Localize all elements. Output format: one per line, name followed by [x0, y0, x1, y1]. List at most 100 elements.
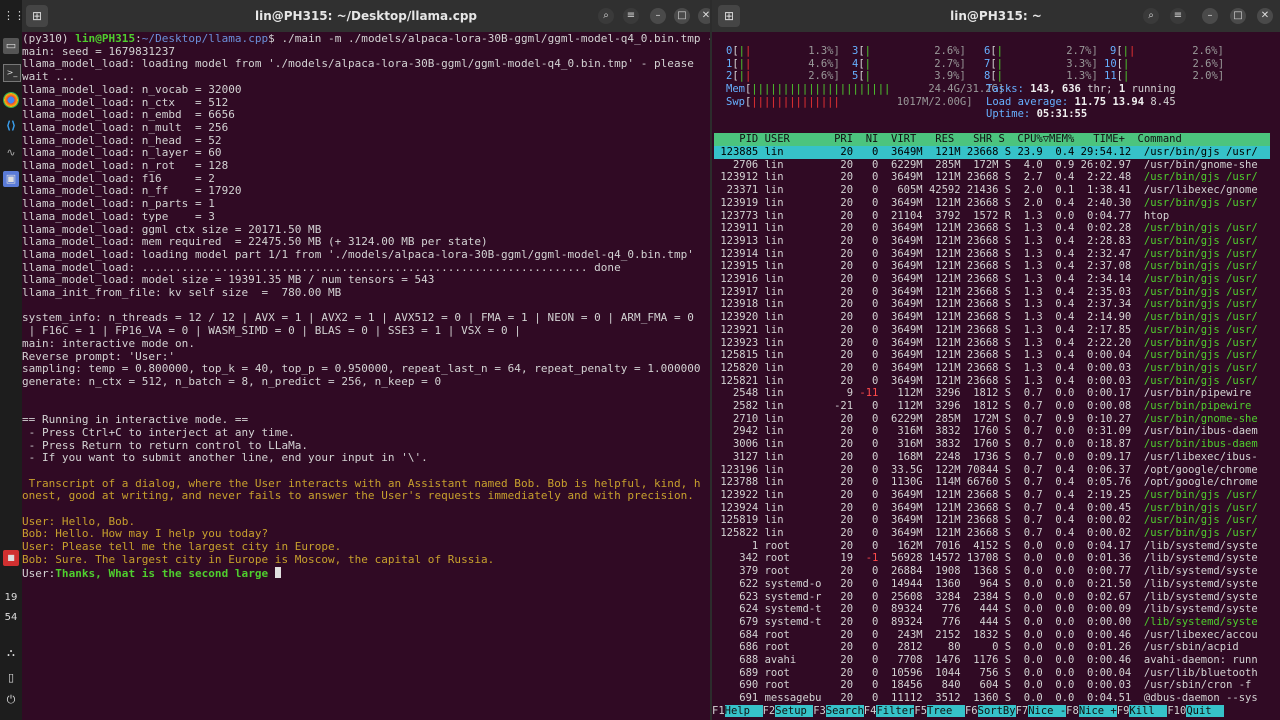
new-tab-button[interactable]: ⊞	[26, 5, 48, 27]
hamburger-menu-icon[interactable]: ≡	[623, 8, 639, 24]
process-row[interactable]: 123773 lin 20 0 21104 3792 1572 R 1.3 0.…	[714, 210, 1270, 223]
fkey-f10[interactable]: F10	[1167, 705, 1186, 717]
fkey-label[interactable]: Quit	[1186, 705, 1225, 717]
process-row[interactable]: 123923 lin 20 0 3649M 121M 23668 S 1.3 0…	[714, 337, 1270, 350]
fkey-f6[interactable]: F6	[965, 705, 978, 717]
process-row[interactable]: 2706 lin 20 0 6229M 285M 172M S 4.0 0.9 …	[714, 159, 1270, 172]
record-indicator-icon[interactable]: ■	[3, 550, 19, 566]
search-icon-right[interactable]: ⌕	[1143, 8, 1159, 24]
process-row[interactable]: 2582 lin -21 0 112M 3296 1812 S 0.7 0.0 …	[714, 400, 1270, 413]
fkey-f9[interactable]: F9	[1117, 705, 1130, 717]
load-average-line: Load average: 11.75 13.94 8.45	[986, 95, 1176, 108]
maximize-button-right[interactable]: □	[1230, 8, 1246, 24]
process-row[interactable]: 679 systemd-t 20 0 89324 776 444 S 0.0 0…	[714, 616, 1270, 629]
process-row[interactable]: 125821 lin 20 0 3649M 121M 23668 S 1.3 0…	[714, 375, 1270, 388]
process-row[interactable]: 123916 lin 20 0 3649M 121M 23668 S 1.3 0…	[714, 273, 1270, 286]
process-row[interactable]: 688 avahi 20 0 7708 1476 1176 S 0.0 0.0 …	[714, 654, 1270, 667]
process-row[interactable]: 2710 lin 20 0 6229M 285M 172M S 0.7 0.9 …	[714, 413, 1270, 426]
process-row[interactable]: 3006 lin 20 0 316M 3832 1760 S 0.7 0.0 0…	[714, 438, 1270, 451]
process-row[interactable]: 691 messagebu 20 0 11112 3512 1360 S 0.0…	[714, 692, 1270, 705]
fkey-f1[interactable]: F1	[712, 705, 725, 717]
process-row[interactable]: 123915 lin 20 0 3649M 121M 23668 S 1.3 0…	[714, 260, 1270, 273]
process-row[interactable]: 622 systemd-o 20 0 14944 1360 964 S 0.0 …	[714, 578, 1270, 591]
process-row[interactable]: 2548 lin 9 -11 112M 3296 1812 S 0.7 0.0 …	[714, 387, 1270, 400]
battery-icon[interactable]: ▯	[3, 670, 19, 686]
fkey-label[interactable]: Help	[724, 705, 763, 717]
fkey-label[interactable]: SortBy	[977, 705, 1016, 717]
process-row[interactable]: 123914 lin 20 0 3649M 121M 23668 S 1.3 0…	[714, 248, 1270, 261]
process-row[interactable]: 123911 lin 20 0 3649M 121M 23668 S 1.3 0…	[714, 222, 1270, 235]
fkey-label[interactable]: Search	[825, 705, 864, 717]
fkey-label[interactable]: Setup	[775, 705, 814, 717]
minimize-button[interactable]: –	[650, 8, 666, 24]
process-row[interactable]: 123919 lin 20 0 3649M 121M 23668 S 2.0 0…	[714, 197, 1270, 210]
close-button[interactable]: ✕	[698, 8, 710, 24]
process-row[interactable]: 379 root 20 0 26884 1908 1368 S 0.0 0.0 …	[714, 565, 1270, 578]
htop-view[interactable]: 0[|| 1.3%] 1[|| 4.6%] 2[|| 2.6%] 3[| 2.6%] 4…	[712, 32, 1280, 720]
process-table-header[interactable]: PID USER PRI NI VIRT RES SHR S CPU%▽MEM%…	[714, 133, 1270, 146]
process-row[interactable]: 689 root 20 0 10596 1044 756 S 0.0 0.0 0…	[714, 667, 1270, 680]
process-row[interactable]: 684 root 20 0 243M 2152 1832 S 0.0 0.0 0…	[714, 629, 1270, 642]
fkey-f8[interactable]: F8	[1066, 705, 1079, 717]
process-row[interactable]: 123924 lin 20 0 3649M 121M 23668 S 0.7 0…	[714, 502, 1270, 515]
search-icon[interactable]: ⌕	[598, 8, 614, 24]
process-row[interactable]: 123920 lin 20 0 3649M 121M 23668 S 1.3 0…	[714, 311, 1270, 324]
fkey-f5[interactable]: F5	[914, 705, 927, 717]
output-line: llama_model_load: n_mult = 256	[22, 120, 229, 134]
output-line: - If you want to submit another line, en…	[28, 451, 428, 465]
process-row[interactable]: 2942 lin 20 0 316M 3832 1760 S 0.7 0.0 0…	[714, 425, 1270, 438]
chrome-icon[interactable]	[3, 92, 19, 108]
fkey-f3[interactable]: F3	[813, 705, 826, 717]
cpu-meter-percent: 3.3%]	[1066, 57, 1098, 70]
fkey-label[interactable]: Nice +	[1078, 705, 1117, 717]
system-monitor-icon[interactable]: ∿	[3, 145, 19, 161]
close-button-right[interactable]: ✕	[1257, 8, 1273, 24]
screenshot-icon[interactable]: ▣	[3, 171, 19, 187]
process-fields: 3006 lin 20	[714, 438, 860, 451]
process-row[interactable]: 123912 lin 20 0 3649M 121M 23668 S 2.7 0…	[714, 171, 1270, 184]
process-row[interactable]: 123918 lin 20 0 3649M 121M 23668 S 1.3 0…	[714, 298, 1270, 311]
process-row[interactable]: 690 root 20 0 18456 840 604 S 0.0 0.0 0:…	[714, 679, 1270, 692]
process-row[interactable]: 23371 lin 20 0 605M 42592 21436 S 2.0 0.…	[714, 184, 1270, 197]
transcript-line: Bob: Hello. How may I help you today?	[22, 527, 269, 541]
process-row[interactable]: 123196 lin 20 0 33.5G 122M 70844 S 0.7 0…	[714, 464, 1270, 477]
process-row[interactable]: 125815 lin 20 0 3649M 121M 23668 S 1.3 0…	[714, 349, 1270, 362]
apps-grid-icon[interactable]: ⋮⋮	[3, 8, 25, 24]
fkey-label[interactable]: Kill	[1129, 705, 1168, 717]
user-input[interactable]: Thanks, What is the second large	[55, 567, 275, 580]
process-row[interactable]: 686 root 20 0 2812 80 0 S 0.0 0.0 0:01.2…	[714, 641, 1270, 654]
maximize-button[interactable]: □	[674, 8, 690, 24]
vscode-icon[interactable]: ⟨⟩	[3, 118, 19, 134]
fkey-label[interactable]: Nice -	[1028, 705, 1067, 717]
fkey-f4[interactable]: F4	[864, 705, 877, 717]
process-command: /usr/bin/gjs /usr/	[1143, 527, 1258, 539]
process-row[interactable]: 123788 lin 20 0 1130G 114M 66760 S 0.7 0…	[714, 476, 1270, 489]
network-icon[interactable]: ⛬	[3, 645, 19, 661]
fkey-label[interactable]: Tree	[927, 705, 965, 717]
fkey-label[interactable]: Filter	[876, 705, 915, 717]
fkey-f2[interactable]: F2	[763, 705, 776, 717]
process-row[interactable]: 125819 lin 20 0 3649M 121M 23668 S 0.7 0…	[714, 514, 1270, 527]
power-icon[interactable]: ⏻	[3, 692, 19, 708]
fkey-f7[interactable]: F7	[1016, 705, 1029, 717]
process-row[interactable]: 125820 lin 20 0 3649M 121M 23668 S 1.3 0…	[714, 362, 1270, 375]
hamburger-menu-icon-right[interactable]: ≡	[1170, 8, 1186, 24]
process-row[interactable]: 1 root 20 0 162M 7016 4152 S 0.0 0.0 0:0…	[714, 540, 1270, 553]
process-command: /usr/bin/gjs /usr/	[1143, 514, 1258, 527]
process-row[interactable]: 123921 lin 20 0 3649M 121M 23668 S 1.3 0…	[714, 324, 1270, 337]
left-titlebar: ⊞ lin@PH315: ~/Desktop/llama.cpp ⌕ ≡ – □…	[22, 0, 710, 32]
process-row[interactable]: 342 root 19 -1 56928 14572 13708 S 0.0 0…	[714, 552, 1270, 565]
process-row[interactable]: 125822 lin 20 0 3649M 121M 23668 S 0.7 0…	[714, 527, 1270, 540]
process-row[interactable]: 123917 lin 20 0 3649M 121M 23668 S 1.3 0…	[714, 286, 1270, 299]
process-row[interactable]: 123913 lin 20 0 3649M 121M 23668 S 1.3 0…	[714, 235, 1270, 248]
new-tab-button-right[interactable]: ⊞	[718, 5, 740, 27]
process-row[interactable]: 3127 lin 20 0 168M 2248 1736 S 0.7 0.0 0…	[714, 451, 1270, 464]
process-row[interactable]: 624 systemd-t 20 0 89324 776 444 S 0.0 0…	[714, 603, 1270, 616]
minimize-button-right[interactable]: –	[1202, 8, 1218, 24]
process-row[interactable]: 623 systemd-r 20 0 25608 3284 2384 S 0.0…	[714, 591, 1270, 604]
files-icon[interactable]: ▭	[3, 38, 19, 54]
terminal-icon[interactable]: >_	[3, 64, 21, 82]
process-fields: 2710 lin 20	[714, 412, 860, 425]
process-row[interactable]: 123885 lin 20 0 3649M 121M 23668 S 23.9 …	[714, 146, 1270, 159]
process-row[interactable]: 123922 lin 20 0 3649M 121M 23668 S 0.7 0…	[714, 489, 1270, 502]
